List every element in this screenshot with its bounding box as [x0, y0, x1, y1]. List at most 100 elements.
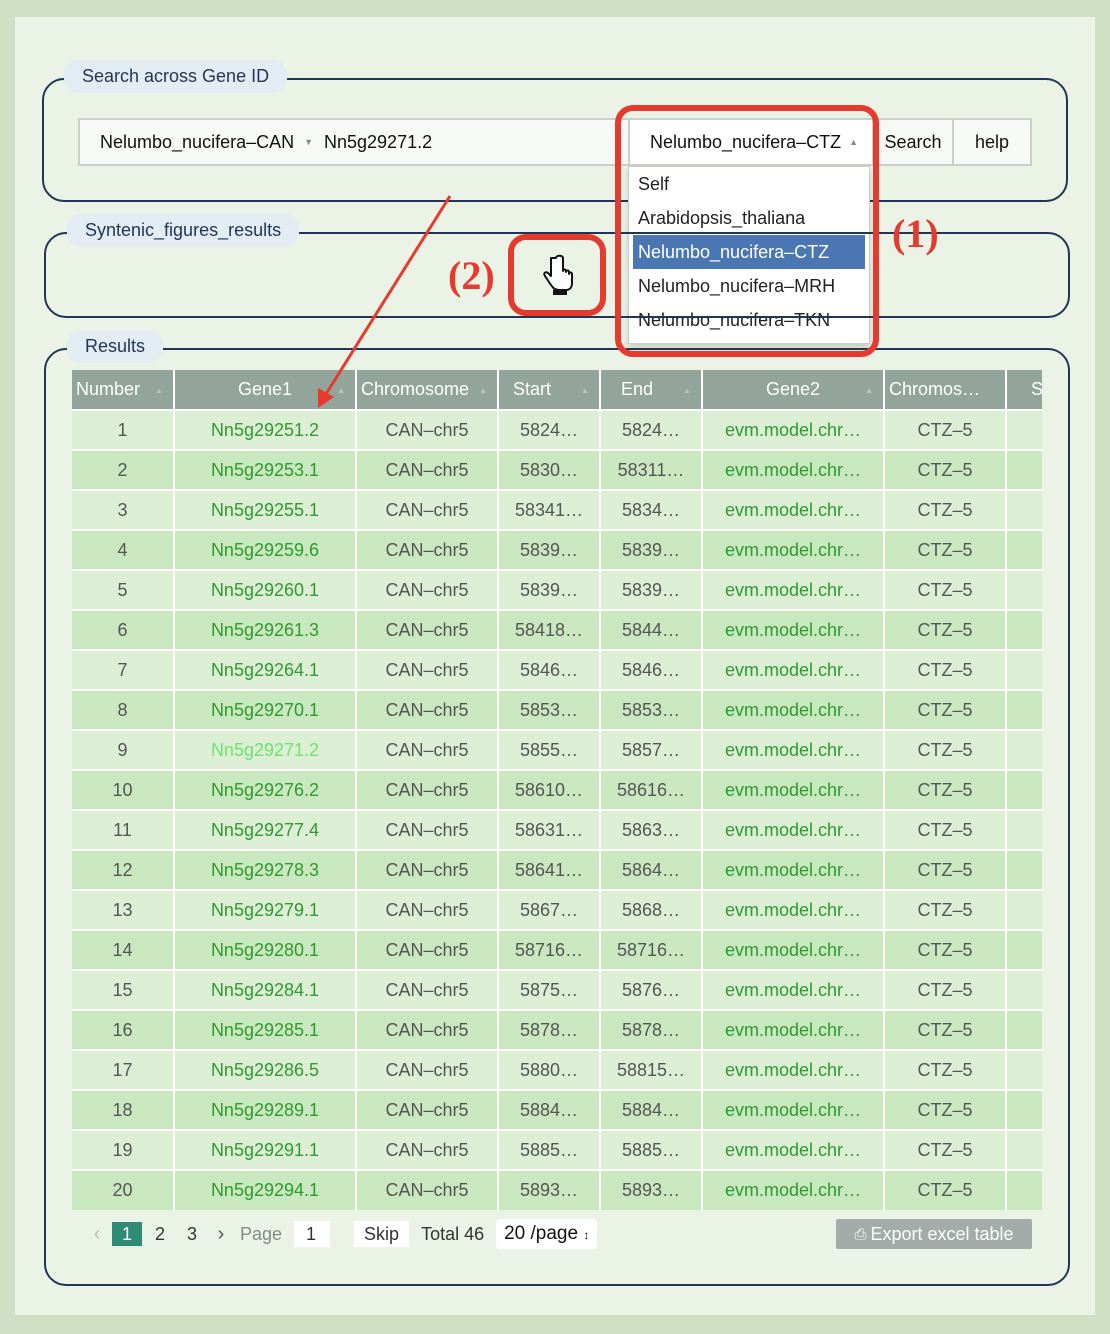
table-row: 3 Nn5g29255.1 CAN–chr5 58341… 5834… evm.model…: [72, 489, 1042, 530]
table-row: 14 Nn5g29280.1 CAN–chr5 58716… 58716… evm.mod…: [72, 929, 1042, 970]
cell-gene2[interactable]: evm.model.chr…: [702, 1009, 885, 1050]
cell-number: 8: [72, 689, 175, 730]
syntenic-panel-legend: Syntenic_figures_results: [67, 214, 300, 247]
cell-gene2[interactable]: evm.model.chr…: [702, 889, 885, 930]
cell-gene2[interactable]: evm.model.chr…: [702, 569, 885, 610]
column-header-chromosome2[interactable]: Chromos…: [884, 370, 1007, 410]
cell-gene1[interactable]: Nn5g29260.1: [174, 569, 357, 610]
cell-gene1[interactable]: Nn5g29253.1: [174, 449, 357, 490]
table-row: 12 Nn5g29278.3 CAN–chr5 58641… 5864… evm.mode…: [72, 849, 1042, 890]
cell-chromosome2: CTZ–5: [884, 569, 1007, 610]
column-header-end[interactable]: End ▲: [600, 370, 703, 410]
cell-chromosome2: CTZ–5: [884, 969, 1007, 1010]
cell-gene1[interactable]: Nn5g29278.3: [174, 849, 357, 890]
cell-chromosome: CAN–chr5: [356, 569, 499, 610]
species1-select[interactable]: Nelumbo_nucifera–CAN ▼: [78, 118, 324, 166]
cell-gene1[interactable]: Nn5g29264.1: [174, 649, 357, 690]
cell-gene2[interactable]: evm.model.chr…: [702, 1049, 885, 1090]
cell-number: 1: [72, 409, 175, 450]
cell-chromosome: CAN–chr5: [356, 1009, 499, 1050]
cell-gene1[interactable]: Nn5g29294.1: [174, 1169, 357, 1210]
annotation-label-1: (1): [892, 211, 939, 256]
prev-page-icon[interactable]: ‹: [84, 1223, 110, 1246]
cell-number: 3: [72, 489, 175, 530]
gene-id-input[interactable]: Nn5g29271.2: [322, 118, 632, 166]
cell-gene2[interactable]: evm.model.chr…: [702, 409, 885, 450]
cell-end: 58616…: [600, 769, 703, 810]
page-size-select[interactable]: 20 /page ↕: [496, 1219, 598, 1249]
export-excel-button[interactable]: ⎙ Export excel table: [836, 1219, 1032, 1249]
table-row: 1 Nn5g29251.2 CAN–chr5 5824… 5824… evm.model.…: [72, 409, 1042, 450]
cell-chromosome: CAN–chr5: [356, 449, 499, 490]
cell-start: 58341…: [498, 489, 601, 530]
column-header-chromosome[interactable]: Chromosome ▲: [356, 370, 499, 410]
cell-gene1[interactable]: Nn5g29270.1: [174, 689, 357, 730]
cell-chromosome: CAN–chr5: [356, 729, 499, 770]
next-page-icon[interactable]: ›: [208, 1223, 234, 1246]
cell-gene1[interactable]: Nn5g29286.5: [174, 1049, 357, 1090]
cell-gene2[interactable]: evm.model.chr…: [702, 809, 885, 850]
cell-gene1[interactable]: Nn5g29259.6: [174, 529, 357, 570]
cell-chromosome2: CTZ–5: [884, 1129, 1007, 1170]
page-jump-input[interactable]: 1: [294, 1221, 331, 1247]
page-button-1[interactable]: 1: [112, 1222, 142, 1246]
cell-gene2[interactable]: evm.model.chr…: [702, 609, 885, 650]
column-header-gene1[interactable]: Gene1 ▲: [174, 370, 357, 410]
cell-s: 28: [1006, 889, 1042, 930]
cell-gene2[interactable]: evm.model.chr…: [702, 689, 885, 730]
results-table-wrapper[interactable]: Number ▲ Gene1 ▲ Chromosome ▲ Start ▲ End ▲ G…: [72, 370, 1042, 1212]
cell-gene1[interactable]: Nn5g29271.2: [174, 729, 357, 770]
results-table: Number ▲ Gene1 ▲ Chromosome ▲ Start ▲ End ▲ G…: [72, 370, 1042, 1210]
cell-number: 19: [72, 1129, 175, 1170]
cell-number: 10: [72, 769, 175, 810]
cell-gene2[interactable]: evm.model.chr…: [702, 649, 885, 690]
cell-gene1[interactable]: Nn5g29284.1: [174, 969, 357, 1010]
page-label: Page: [240, 1223, 283, 1244]
table-row: 4 Nn5g29259.6 CAN–chr5 5839… 5839… evm.model.…: [72, 529, 1042, 570]
column-header-number[interactable]: Number ▲: [72, 370, 175, 410]
cell-gene1[interactable]: Nn5g29276.2: [174, 769, 357, 810]
table-row: 6 Nn5g29261.3 CAN–chr5 58418… 5844… evm.model…: [72, 609, 1042, 650]
column-header-s[interactable]: S: [1006, 370, 1042, 410]
cell-chromosome: CAN–chr5: [356, 1089, 499, 1130]
cell-gene1[interactable]: Nn5g29261.3: [174, 609, 357, 650]
column-header-gene2[interactable]: Gene2 ▲: [702, 370, 885, 410]
cell-gene2[interactable]: evm.model.chr…: [702, 849, 885, 890]
cell-start: 5830…: [498, 449, 601, 490]
table-row: 8 Nn5g29270.1 CAN–chr5 5853… 5853… evm.model.…: [72, 689, 1042, 730]
cell-gene2[interactable]: evm.model.chr…: [702, 769, 885, 810]
cell-gene1[interactable]: Nn5g29255.1: [174, 489, 357, 530]
cell-end: 5864…: [600, 849, 703, 890]
table-row: 2 Nn5g29253.1 CAN–chr5 5830… 58311… evm.model…: [72, 449, 1042, 490]
cell-gene2[interactable]: evm.model.chr…: [702, 1129, 885, 1170]
cell-gene2[interactable]: evm.model.chr…: [702, 729, 885, 770]
skip-button[interactable]: Skip: [354, 1221, 410, 1247]
cell-gene2[interactable]: evm.model.chr…: [702, 529, 885, 570]
cell-gene2[interactable]: evm.model.chr…: [702, 1089, 885, 1130]
page-button-2[interactable]: 2: [144, 1224, 176, 1245]
cell-gene2[interactable]: evm.model.chr…: [702, 489, 885, 530]
cell-gene1[interactable]: Nn5g29280.1: [174, 929, 357, 970]
cell-start: 58716…: [498, 929, 601, 970]
cell-gene1[interactable]: Nn5g29291.1: [174, 1129, 357, 1170]
page-button-3[interactable]: 3: [176, 1224, 208, 1245]
help-button[interactable]: help: [952, 118, 1032, 166]
cell-gene2[interactable]: evm.model.chr…: [702, 929, 885, 970]
cell-start: 5893…: [498, 1169, 601, 1210]
cell-gene1[interactable]: Nn5g29251.2: [174, 409, 357, 450]
search-button[interactable]: Search: [874, 118, 954, 166]
cell-s: 28: [1006, 1009, 1042, 1050]
cell-gene2[interactable]: evm.model.chr…: [702, 969, 885, 1010]
cell-gene2[interactable]: evm.model.chr…: [702, 449, 885, 490]
cell-gene1[interactable]: Nn5g29279.1: [174, 889, 357, 930]
cell-chromosome: CAN–chr5: [356, 529, 499, 570]
cell-number: 11: [72, 809, 175, 850]
cell-gene1[interactable]: Nn5g29277.4: [174, 809, 357, 850]
cell-gene1[interactable]: Nn5g29285.1: [174, 1009, 357, 1050]
hand-pointer-icon[interactable]: [532, 252, 582, 298]
results-panel-legend: Results: [67, 330, 164, 363]
cell-gene2[interactable]: evm.model.chr…: [702, 1169, 885, 1210]
cell-chromosome: CAN–chr5: [356, 969, 499, 1010]
column-header-start[interactable]: Start ▲: [498, 370, 601, 410]
cell-gene1[interactable]: Nn5g29289.1: [174, 1089, 357, 1130]
